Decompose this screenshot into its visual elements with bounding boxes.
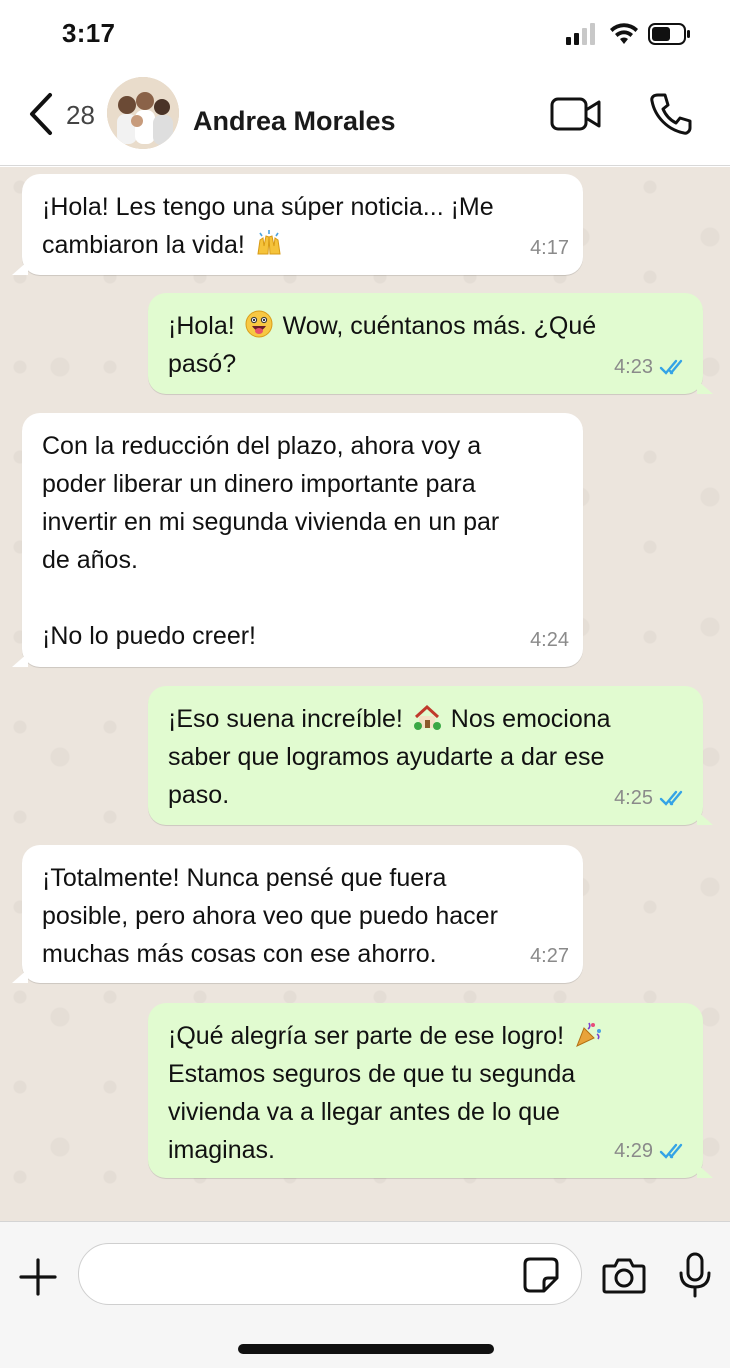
message-input[interactable]: [78, 1243, 582, 1305]
status-icons: [566, 20, 692, 48]
message-meta: 4:29: [614, 1132, 689, 1170]
message-outgoing[interactable]: ¡Qué alegría ser parte de ese logro! Est…: [148, 1003, 713, 1178]
message-text-end: Estamos seguros de que tu segunda vivien…: [168, 1060, 576, 1164]
message-text: ¡Eso suena increíble! Nos emociona saber…: [168, 700, 683, 814]
read-ticks-icon: [659, 790, 683, 806]
plus-icon[interactable]: [18, 1257, 58, 1297]
grinning-face-tongue-icon: [245, 310, 273, 338]
message-meta: 4:24: [530, 621, 569, 659]
message-outgoing[interactable]: ¡Hola! Wow, cuéntanos más. ¿Qué pasó? 4:…: [148, 293, 713, 394]
wifi-icon: [610, 23, 638, 44]
chevron-left-icon[interactable]: [26, 92, 58, 136]
party-popper-icon: [576, 1022, 602, 1047]
message-text-start: ¡Qué alegría ser parte de ese logro!: [168, 1022, 565, 1050]
signal-icon: [566, 23, 595, 45]
message-text-start: ¡Hola!: [168, 312, 235, 340]
message-time: 4:24: [530, 629, 569, 651]
message-text: ¡Totalmente! Nunca pensé que fuera posib…: [42, 864, 498, 968]
video-camera-icon[interactable]: [550, 96, 602, 132]
message-incoming[interactable]: Con la reducción del plazo, ahora voy a …: [12, 413, 583, 667]
message-incoming[interactable]: ¡Totalmente! Nunca pensé que fuera posib…: [12, 845, 583, 983]
message-meta: 4:27: [530, 937, 569, 975]
contact-name[interactable]: Andrea Morales: [193, 106, 396, 137]
message-time: 4:23: [614, 356, 653, 378]
message-text: ¡Hola! Les tengo una súper noticia... ¡M…: [42, 188, 563, 264]
house-with-garden-icon: [413, 704, 441, 730]
microphone-icon[interactable]: [678, 1252, 712, 1298]
avatar-image: [107, 77, 179, 149]
message-time: 4:27: [530, 945, 569, 967]
status-time: 3:17: [62, 18, 116, 48]
read-ticks-icon: [659, 359, 683, 375]
message-text: ¡Qué alegría ser parte de ese logro! Est…: [168, 1017, 683, 1169]
message-time: 4:25: [614, 787, 653, 809]
message-text-start: ¡Eso suena increíble!: [168, 705, 403, 733]
sticker-icon[interactable]: [522, 1256, 560, 1294]
read-ticks-icon: [659, 1143, 683, 1159]
camera-icon[interactable]: [602, 1256, 646, 1294]
message-time: 4:17: [530, 237, 569, 259]
message-time: 4:29: [614, 1140, 653, 1162]
raised-hands-icon: [257, 230, 281, 255]
message-text: Con la reducción del plazo, ahora voy a …: [42, 432, 500, 650]
battery-icon: [648, 23, 690, 45]
message-outgoing[interactable]: ¡Eso suena increíble! Nos emociona saber…: [148, 686, 713, 825]
avatar[interactable]: [107, 77, 179, 149]
message-meta: 4:25: [614, 779, 689, 817]
chat-area[interactable]: ¡Hola! Les tengo una súper noticia... ¡M…: [0, 167, 730, 1221]
phone-icon[interactable]: [648, 92, 692, 136]
message-meta: 4:17: [530, 229, 569, 267]
message-text: ¡Hola! Wow, cuéntanos más. ¿Qué pasó?: [168, 307, 683, 383]
unread-count[interactable]: 28: [66, 100, 95, 131]
message-meta: 4:23: [614, 348, 689, 386]
home-indicator[interactable]: [238, 1344, 494, 1354]
message-incoming[interactable]: ¡Hola! Les tengo una súper noticia... ¡M…: [12, 174, 583, 275]
status-bar: 3:17: [0, 0, 730, 68]
chat-header: 28 Andrea Morales: [0, 68, 730, 166]
